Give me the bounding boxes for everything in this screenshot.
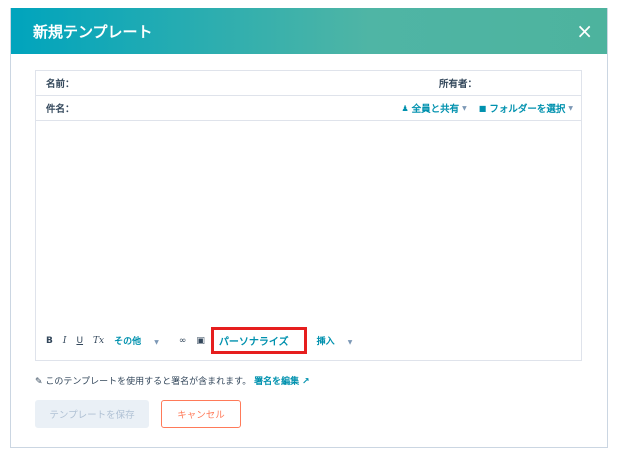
- chevron-down-icon: ▼: [347, 339, 353, 346]
- image-icon[interactable]: ▣: [196, 336, 205, 346]
- italic-button[interactable]: I: [63, 336, 67, 346]
- clear-format-button[interactable]: Tx: [93, 336, 104, 346]
- subject-options: ♟ 全員と共有 ▼ ■ フォルダーを選択 ▼: [401, 101, 573, 116]
- modal-header: 新規テンプレート ×: [11, 8, 607, 54]
- folder-label: フォルダーを選択: [489, 104, 566, 115]
- subject-row[interactable]: 件名： ♟ 全員と共有 ▼ ■ フォルダーを選択 ▼: [36, 96, 581, 121]
- chevron-down-icon: ▼: [568, 104, 573, 112]
- signature-icon: ✎: [35, 377, 43, 387]
- more-dropdown[interactable]: その他 ▼: [114, 334, 169, 347]
- folder-dropdown[interactable]: ■ フォルダーを選択 ▼: [478, 101, 573, 116]
- editor-toolbar: B I U Tx その他 ▼ ∞ ▣ パーソナライズ 挿入 ▼: [46, 327, 372, 354]
- modal-title: 新規テンプレート: [33, 22, 153, 41]
- share-dropdown[interactable]: ♟ 全員と共有 ▼: [401, 101, 467, 116]
- template-editor: 名前： 所有者： 件名： ♟ 全員と共有 ▼ ■ フォルダーを選択 ▼ B I: [35, 70, 582, 361]
- insert-dropdown[interactable]: 挿入 ▼: [317, 334, 363, 347]
- cancel-button[interactable]: キャンセル: [161, 400, 241, 428]
- close-icon[interactable]: ×: [576, 21, 593, 41]
- subject-label: 件名：: [46, 104, 75, 115]
- edit-signature-link[interactable]: 署名を編集: [254, 377, 299, 387]
- link-icon[interactable]: ∞: [179, 336, 187, 346]
- external-link-icon: ↗: [302, 377, 310, 387]
- underline-button[interactable]: U: [76, 336, 83, 346]
- new-template-modal: 新規テンプレート × 名前： 所有者： 件名： ♟ 全員と共有 ▼ ■ フォルダ…: [10, 8, 608, 448]
- insert-label: 挿入: [316, 337, 335, 347]
- personalize-dropdown[interactable]: パーソナライズ: [210, 327, 307, 354]
- chevron-down-icon: ▼: [462, 104, 467, 112]
- name-row[interactable]: 名前： 所有者：: [36, 71, 581, 96]
- signature-text: このテンプレートを使用すると署名が含まれます。: [45, 377, 252, 387]
- owner-label: 所有者：: [438, 79, 477, 90]
- personalize-label: パーソナライズ: [218, 337, 289, 348]
- more-label: その他: [114, 337, 142, 347]
- chevron-down-icon: ▼: [154, 339, 159, 346]
- share-label: 全員と共有: [411, 104, 460, 115]
- bold-button[interactable]: B: [46, 336, 53, 346]
- user-icon: ♟: [401, 103, 409, 113]
- folder-icon: ■: [478, 103, 487, 113]
- signature-notice: ✎ このテンプレートを使用すると署名が含まれます。 署名を編集 ↗: [35, 374, 310, 387]
- name-label: 名前：: [46, 79, 75, 90]
- save-template-button[interactable]: テンプレートを保存: [35, 400, 149, 428]
